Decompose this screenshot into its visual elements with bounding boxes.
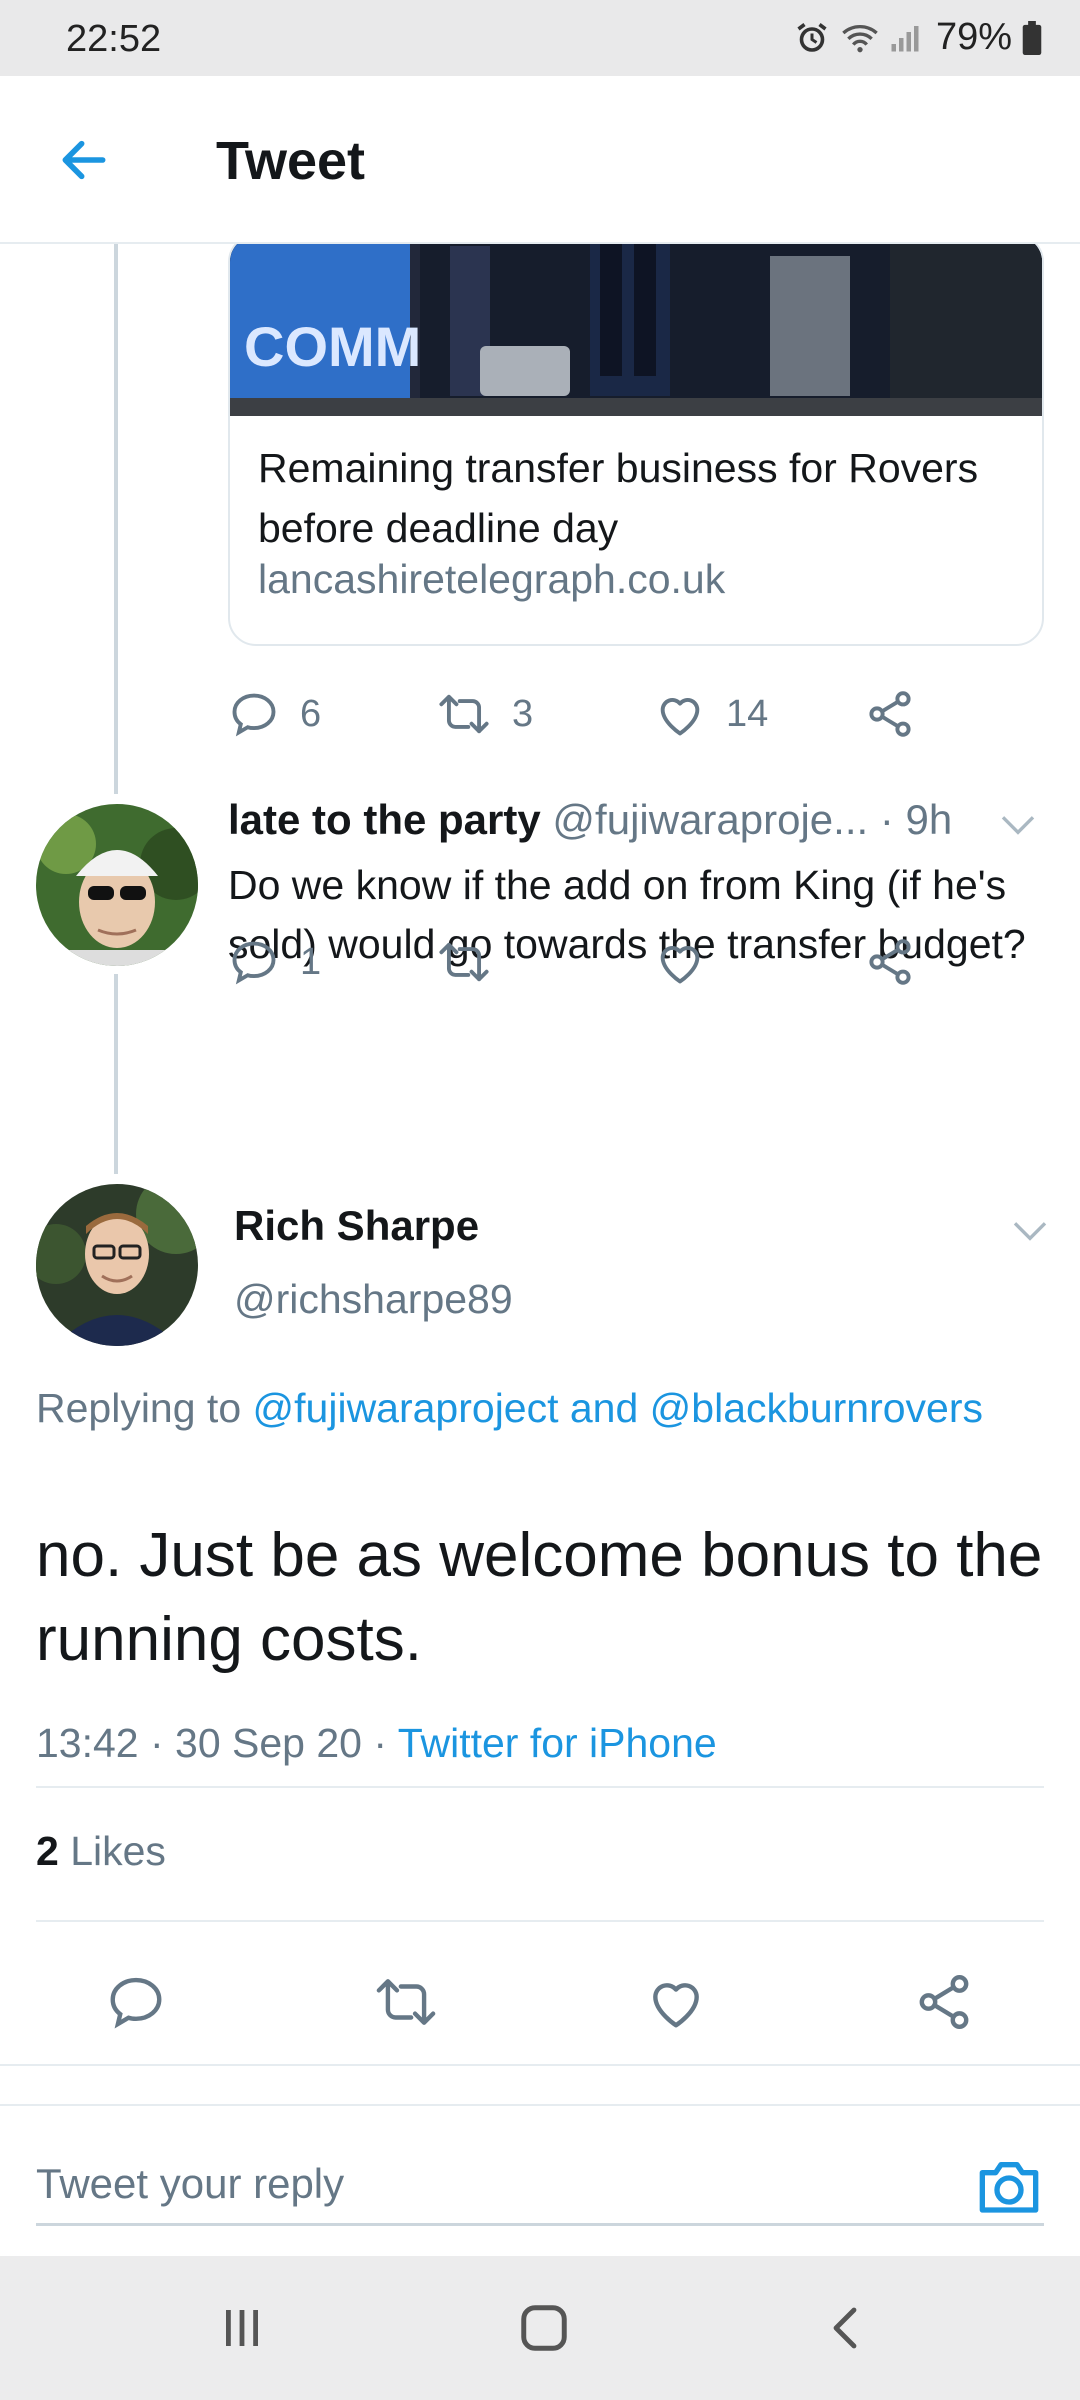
signal-icon (891, 25, 919, 51)
avatar[interactable] (36, 804, 198, 966)
retweet-icon (439, 694, 489, 734)
reply-tweet-actions: 1 (228, 930, 948, 994)
author-handle[interactable]: @richsharpe89 (234, 1276, 513, 1323)
camera-icon (979, 2162, 1039, 2213)
like-button[interactable] (654, 930, 706, 994)
avatar[interactable] (36, 1184, 198, 1346)
like-icon (660, 946, 700, 984)
back-nav-icon (833, 2307, 857, 2349)
like-count: 14 (726, 692, 769, 735)
reply-icon (232, 693, 276, 737)
status-bar: 22:52 79% (0, 0, 1080, 76)
share-button[interactable] (904, 1962, 984, 2042)
replying-to: Replying to @fujiwaraproject and @blackb… (36, 1378, 1036, 1438)
reply-count: 1 (300, 940, 322, 983)
card-photo: COMMERCIA (230, 244, 1042, 416)
retweet-count: 3 (512, 692, 534, 735)
tweet-text: no. Just be as welcome bonus to the runn… (36, 1521, 1043, 1674)
reply-icon (110, 1977, 162, 2029)
retweet-button[interactable] (366, 1962, 446, 2042)
like-button[interactable] (636, 1962, 716, 2042)
recents-icon (226, 2310, 258, 2346)
camera-button[interactable] (974, 2154, 1044, 2218)
reply-button[interactable] (96, 1962, 176, 2042)
battery-icon (1022, 20, 1042, 55)
share-icon (919, 1975, 969, 2029)
share-button[interactable] (864, 682, 916, 746)
link-card-domain: lancashiretelegraph.co.uk (258, 556, 726, 602)
back-nav-button[interactable] (806, 2296, 886, 2360)
back-arrow-icon (62, 140, 106, 180)
reply-tweet-header: late to the party @fujiwaraproje... · 9h (228, 796, 952, 844)
likes-summary[interactable]: 2 Likes (36, 1828, 166, 1875)
tweet-meta: 13:42 · 30 Sep 20 · Twitter for iPhone (36, 1720, 717, 1767)
avatar-image (36, 804, 198, 966)
battery-percent: 79% (935, 16, 1012, 58)
parent-tweet-actions: 6 3 14 (228, 682, 948, 746)
reply-author-handle[interactable]: @fujiwaraproje... (552, 796, 868, 843)
reply-input[interactable]: Tweet your reply (36, 2146, 1044, 2226)
likes-label: Likes (70, 1828, 166, 1874)
like-icon (653, 1983, 699, 2028)
top-app-bar: Tweet (0, 76, 1080, 244)
chevron-down-icon (1001, 816, 1035, 835)
chevron-down-icon (1013, 1222, 1047, 1241)
thread-line (114, 244, 118, 794)
system-nav-bar (0, 2256, 1080, 2400)
page-title: Tweet (216, 131, 366, 191)
avatar-image (36, 1184, 198, 1346)
like-button[interactable]: 14 (654, 682, 768, 746)
wifi-icon (842, 24, 878, 52)
tweet-source-link[interactable]: Twitter for iPhone (398, 1720, 717, 1766)
reply-button[interactable]: 6 (228, 682, 321, 746)
thread-line (114, 974, 118, 1174)
tweet-timestamp: 13:42 · 30 Sep 20 · (36, 1720, 398, 1766)
share-icon (869, 939, 911, 985)
reply-icon (232, 941, 276, 985)
link-card-image: COMMERCIA (230, 244, 1042, 416)
reply-author-name[interactable]: late to the party (228, 796, 541, 843)
recents-button[interactable] (202, 2296, 282, 2360)
link-card-title: Remaining transfer business for Rovers b… (258, 445, 979, 551)
share-button[interactable] (864, 930, 916, 994)
home-icon (521, 2305, 567, 2351)
retweet-icon (439, 942, 489, 982)
status-icons: 79% (794, 16, 1042, 59)
back-button[interactable] (52, 128, 116, 192)
tweet-actions (0, 1962, 1080, 2042)
reply-button[interactable]: 1 (228, 930, 321, 994)
tweet-menu-button[interactable] (1010, 1216, 1050, 1249)
status-time: 22:52 (66, 18, 162, 60)
share-icon (869, 691, 911, 737)
likes-count: 2 (36, 1828, 59, 1874)
retweet-button[interactable] (436, 930, 492, 994)
compose-reply-bar: Tweet your reply (0, 2104, 1080, 2256)
link-preview-card[interactable]: COMMERCIA Remaining transfer business fo… (228, 244, 1044, 646)
divider (36, 1786, 1044, 1788)
reply-count: 6 (300, 692, 322, 735)
replying-to-link[interactable]: @fujiwaraproject and @blackburnrovers (253, 1385, 983, 1431)
retweet-button[interactable]: 3 (436, 682, 533, 746)
author-name[interactable]: Rich Sharpe (234, 1202, 479, 1250)
retweet-icon (376, 1979, 436, 2025)
like-icon (660, 698, 700, 736)
reply-tweet-menu-button[interactable] (998, 810, 1038, 843)
replying-prefix: Replying to (36, 1385, 242, 1431)
alarm-icon (797, 22, 827, 52)
home-button[interactable] (504, 2296, 584, 2360)
divider (0, 2064, 1080, 2066)
conversation[interactable]: COMMERCIA Remaining transfer business fo… (0, 244, 1080, 2104)
reply-tweet-time: · 9h (879, 796, 953, 843)
divider (36, 1920, 1044, 1922)
